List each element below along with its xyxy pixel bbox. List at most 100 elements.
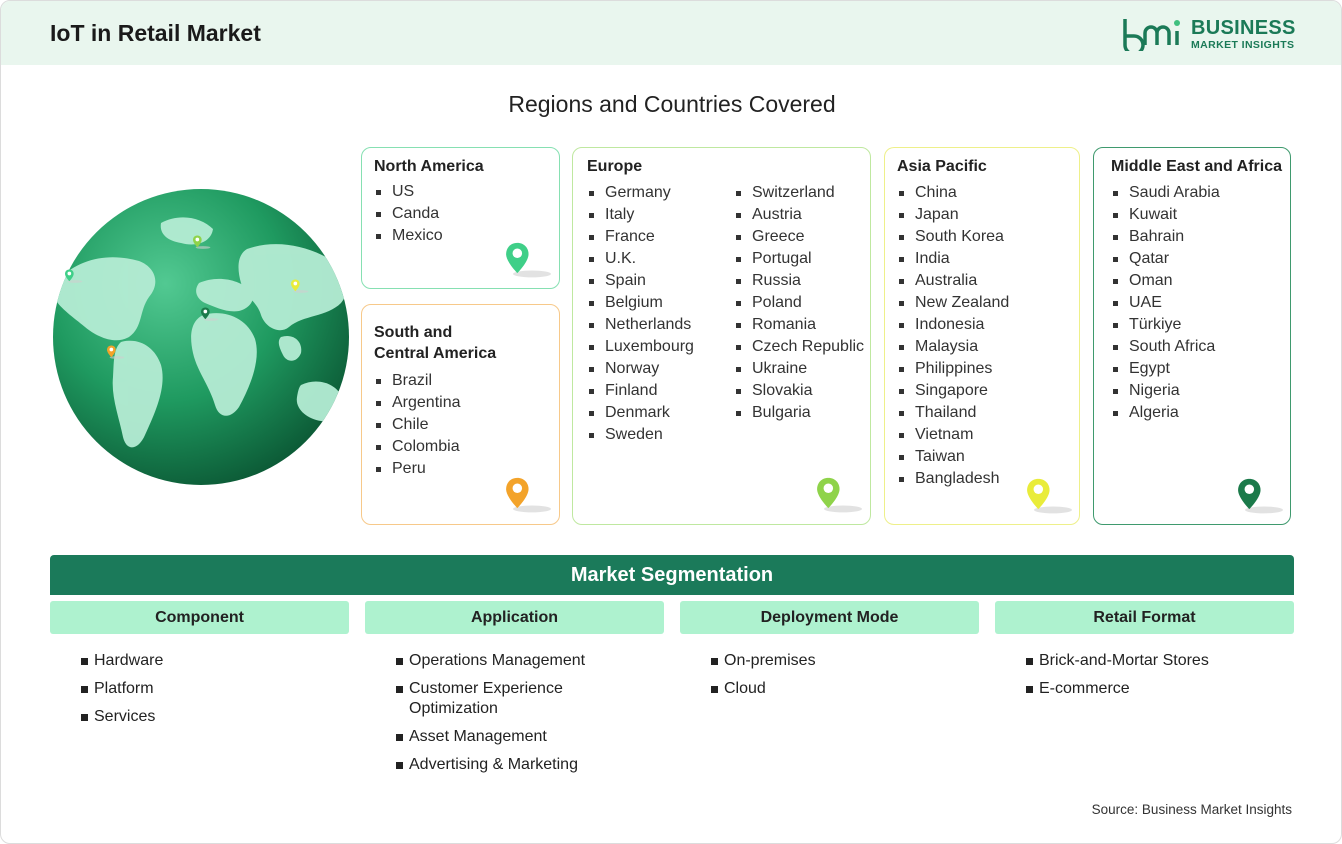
list-item: Mexico [375, 225, 443, 247]
list-item: Austria [735, 204, 864, 226]
globe-illustration [53, 189, 349, 485]
list-item: Vietnam [898, 424, 1009, 446]
logo-line-1: BUSINESS [1191, 17, 1296, 39]
list-item: Brazil [375, 370, 461, 392]
list-item: Italy [588, 204, 694, 226]
list-item: New Zealand [898, 292, 1009, 314]
logo-line-2: MARKET INSIGHTS [1191, 39, 1295, 51]
region-name: South and Central America [374, 322, 496, 364]
list-item: Egypt [1112, 358, 1220, 380]
list-item: Romania [735, 314, 864, 336]
list-item: Hardware [80, 651, 360, 671]
header-bar: IoT in Retail Market BUSINESS MARKET INS… [1, 1, 1341, 65]
country-list: Brazil Argentina Chile Colombia Peru [375, 370, 461, 480]
country-list-col-2: Switzerland Austria Greece Portugal Russ… [735, 182, 864, 424]
list-item: US [375, 181, 443, 203]
list-item: Czech Republic [735, 336, 864, 358]
region-name: Europe [587, 158, 643, 175]
segment-list-deployment-mode: On-premises Cloud [710, 651, 990, 707]
list-item: Services [80, 707, 360, 727]
list-item: On-premises [710, 651, 990, 671]
list-item: Algeria [1112, 402, 1220, 424]
segment-header-component: Component [50, 601, 349, 634]
list-item: Luxembourg [588, 336, 694, 358]
segment-list-retail-format: Brick-and-Mortar Stores E-commerce [1025, 651, 1305, 707]
map-pin-icon [1027, 478, 1079, 516]
region-middle-east-africa: Middle East and Africa Saudi Arabia Kuwa… [1093, 147, 1291, 525]
region-name: North America [374, 158, 484, 175]
region-name: Asia Pacific [897, 158, 987, 175]
list-item: UAE [1112, 292, 1220, 314]
list-item: Chile [375, 414, 461, 436]
list-item: Slovakia [735, 380, 864, 402]
region-name-line-1: South and [374, 324, 453, 341]
list-item: Sweden [588, 424, 694, 446]
list-item: Netherlands [588, 314, 694, 336]
company-logo: BUSINESS MARKET INSIGHTS [1121, 15, 1301, 55]
segment-header-deployment-mode: Deployment Mode [680, 601, 979, 634]
list-item: Ukraine [735, 358, 864, 380]
map-pin-icon [506, 242, 558, 280]
list-item: India [898, 248, 1009, 270]
region-europe: Europe Germany Italy France U.K. Spain B… [572, 147, 871, 525]
list-item: Kuwait [1112, 204, 1220, 226]
list-item: Bangladesh [898, 468, 1009, 490]
list-item: Brick-and-Mortar Stores [1025, 651, 1305, 671]
list-item: Argentina [375, 392, 461, 414]
source-note: Source: Business Market Insights [1091, 802, 1292, 817]
region-south-central-america: South and Central America Brazil Argenti… [361, 304, 560, 525]
list-item: South Africa [1112, 336, 1220, 358]
map-pin-icon [506, 477, 558, 515]
list-item: Operations Management [395, 651, 605, 671]
list-item: Malaysia [898, 336, 1009, 358]
list-item: Australia [898, 270, 1009, 292]
list-item: Bulgaria [735, 402, 864, 424]
country-list: China Japan South Korea India Australia … [898, 182, 1009, 490]
list-item: Indonesia [898, 314, 1009, 336]
list-item: E-commerce [1025, 679, 1305, 699]
list-item: Asset Management [395, 727, 605, 747]
list-item: Cloud [710, 679, 990, 699]
list-item: Thailand [898, 402, 1009, 424]
list-item: Saudi Arabia [1112, 182, 1220, 204]
list-item: Nigeria [1112, 380, 1220, 402]
list-item: Switzerland [735, 182, 864, 204]
list-item: Germany [588, 182, 694, 204]
list-item: Russia [735, 270, 864, 292]
list-item: Türkiye [1112, 314, 1220, 336]
region-north-america: North America US Canda Mexico [361, 147, 560, 289]
list-item: Portugal [735, 248, 864, 270]
list-item: Customer Experience Optimization [395, 679, 605, 719]
country-list: Saudi Arabia Kuwait Bahrain Qatar Oman U… [1112, 182, 1220, 424]
list-item: Peru [375, 458, 461, 480]
map-pin-icon [1238, 478, 1290, 516]
bmi-logo-icon [1123, 19, 1180, 51]
list-item: U.K. [588, 248, 694, 270]
segment-list-component: Hardware Platform Services [80, 651, 360, 735]
infographic-frame: IoT in Retail Market BUSINESS MARKET INS… [0, 0, 1342, 844]
segment-header-application: Application [365, 601, 664, 634]
page-title: IoT in Retail Market [50, 20, 261, 46]
map-pin-icon [817, 477, 869, 515]
region-asia-pacific: Asia Pacific China Japan South Korea Ind… [884, 147, 1080, 525]
region-name: Middle East and Africa [1111, 158, 1282, 175]
segmentation-heading: Market Segmentation [50, 555, 1294, 595]
region-name-line-2: Central America [374, 345, 497, 362]
list-item: Denmark [588, 402, 694, 424]
segment-list-application: Operations Management Customer Experienc… [395, 651, 605, 783]
list-item: Oman [1112, 270, 1220, 292]
list-item: Spain [588, 270, 694, 292]
list-item: Finland [588, 380, 694, 402]
regions-heading: Regions and Countries Covered [508, 91, 836, 117]
list-item: China [898, 182, 1009, 204]
list-item: Singapore [898, 380, 1009, 402]
list-item: France [588, 226, 694, 248]
list-item: Taiwan [898, 446, 1009, 468]
list-item: Japan [898, 204, 1009, 226]
segment-header-retail-format: Retail Format [995, 601, 1294, 634]
country-list-col-1: Germany Italy France U.K. Spain Belgium … [588, 182, 694, 446]
list-item: Greece [735, 226, 864, 248]
country-list: US Canda Mexico [375, 181, 443, 247]
list-item: Bahrain [1112, 226, 1220, 248]
list-item: Platform [80, 679, 360, 699]
